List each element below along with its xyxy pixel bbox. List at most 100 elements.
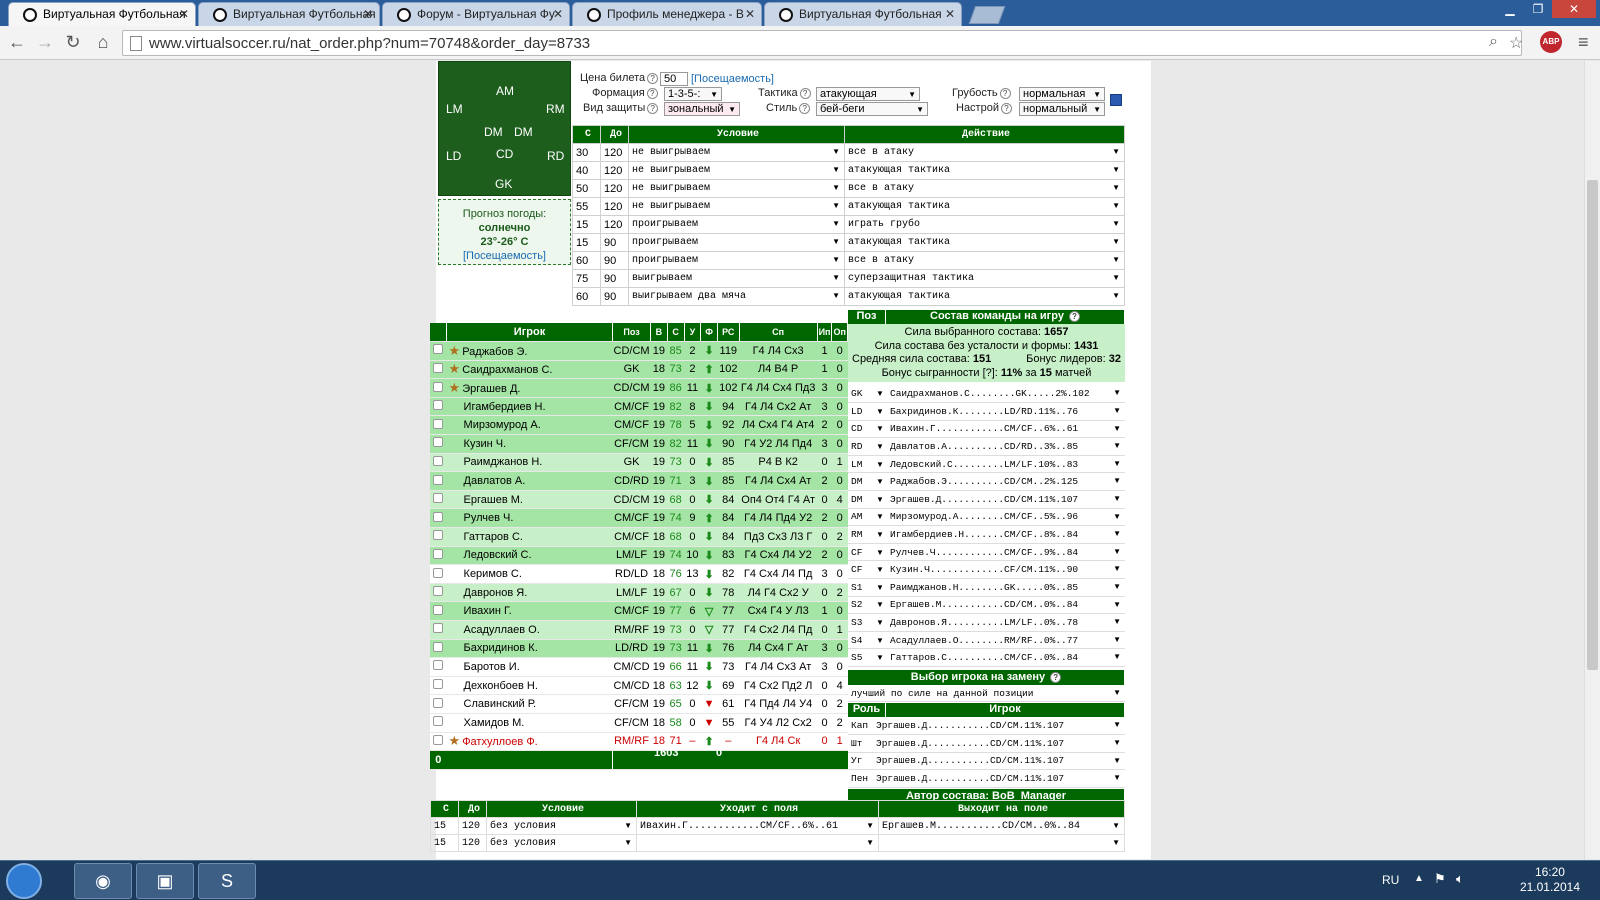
sub-condition[interactable]: без условия ▼ xyxy=(486,834,637,852)
action-select[interactable]: все в атаку ▼ xyxy=(844,251,1125,270)
action-select[interactable]: атакующая тактика ▼ xyxy=(844,287,1125,306)
player-name-link[interactable]: Славинский Р. xyxy=(464,698,537,710)
condition-to[interactable]: 90 xyxy=(600,233,629,252)
action-select[interactable]: играть грубо ▼ xyxy=(844,215,1125,234)
player-checkbox[interactable] xyxy=(433,511,444,522)
skype-taskbar-icon[interactable]: S xyxy=(198,863,256,899)
player-name-link[interactable]: Ергашев М. xyxy=(464,494,523,506)
player-name-link[interactable]: Хамидов М. xyxy=(464,717,525,729)
chrome-taskbar-icon[interactable]: ◉ xyxy=(74,863,132,899)
player-checkbox[interactable] xyxy=(433,679,444,690)
sub-to[interactable]: 120 xyxy=(458,817,487,835)
player-name-link[interactable]: Давронов Я. xyxy=(464,587,528,599)
sub-in-player[interactable]: Ергашев.М...........CD/CM..0%..84 ▼ xyxy=(878,817,1125,835)
flag-icon[interactable]: ⚑ xyxy=(1434,871,1446,887)
condition-to[interactable]: 120 xyxy=(600,215,629,234)
windows-start-icon[interactable] xyxy=(6,863,42,899)
reload-icon[interactable]: ↻ xyxy=(62,32,84,53)
lineup-player-select[interactable]: Мирзомурод.А........CM/CF..5%..96 ▼ xyxy=(890,508,1125,527)
player-checkbox[interactable] xyxy=(433,474,444,485)
dropdown-arrow-icon[interactable]: ▼ xyxy=(876,578,890,597)
condition-select[interactable]: не выигрываем ▼ xyxy=(628,179,845,198)
condition-from[interactable]: 40 xyxy=(572,161,601,180)
condition-from[interactable]: 60 xyxy=(572,287,601,306)
player-name-link[interactable]: Ивахин Г. xyxy=(464,605,512,617)
dropdown-arrow-icon[interactable]: ▼ xyxy=(876,613,890,632)
player-checkbox[interactable] xyxy=(433,381,444,392)
explorer-taskbar-icon[interactable]: ▣ xyxy=(136,863,194,899)
role-player-select[interactable]: Эргашев.Д...........CD/CM.11%.107 ▼ xyxy=(876,734,1125,753)
dropdown-arrow-icon[interactable]: ▼ xyxy=(876,402,890,421)
condition-select[interactable]: выигрываем ▼ xyxy=(628,269,845,288)
player-checkbox[interactable] xyxy=(433,530,444,541)
dropdown-arrow-icon[interactable]: ▼ xyxy=(876,472,890,492)
condition-from[interactable]: 50 xyxy=(572,179,601,198)
player-checkbox[interactable] xyxy=(433,418,444,429)
dropdown-arrow-icon[interactable]: ▼ xyxy=(876,508,890,527)
player-name-link[interactable]: Бахридинов К. xyxy=(464,642,538,654)
lineup-player-select[interactable]: Ледовский.С.........LM/LF.10%..83 ▼ xyxy=(890,455,1125,474)
condition-to[interactable]: 120 xyxy=(600,161,629,180)
dropdown-arrow-icon[interactable]: ▼ xyxy=(876,560,890,580)
condition-from[interactable]: 30 xyxy=(572,143,601,162)
player-name-link[interactable]: Эргашев Д. xyxy=(462,383,520,395)
lineup-player-select[interactable]: Бахридинов.К........LD/RD.11%..76 ▼ xyxy=(890,402,1125,421)
browser-tab-5[interactable]: Виртуальная Футбольная ✕ xyxy=(764,2,962,26)
help-icon[interactable]: ? xyxy=(799,102,811,114)
lineup-player-select[interactable]: Ергашев.М...........CD/CM..0%..84 ▼ xyxy=(890,596,1125,615)
minimize-icon[interactable]: ▁ xyxy=(1496,0,1524,18)
condition-select[interactable]: не выигрываем ▼ xyxy=(628,161,845,180)
action-select[interactable]: атакующая тактика ▼ xyxy=(844,197,1125,216)
ticket-price-input[interactable]: 50 xyxy=(660,72,688,86)
player-name-link[interactable]: Гаттаров С. xyxy=(464,531,523,543)
sub-condition[interactable]: без условия ▼ xyxy=(486,817,637,835)
dropdown-arrow-icon[interactable]: ▼ xyxy=(876,648,890,667)
player-checkbox[interactable] xyxy=(433,604,444,615)
browser-tab-4[interactable]: Профиль менеджера - В ✕ xyxy=(572,2,762,26)
condition-to[interactable]: 120 xyxy=(600,143,629,162)
sub-from[interactable]: 15 xyxy=(430,817,459,835)
condition-to[interactable]: 120 xyxy=(600,197,629,216)
player-name-link[interactable]: Раджабов Э. xyxy=(462,346,527,358)
dropdown-arrow-icon[interactable]: ▼ xyxy=(876,525,890,544)
player-checkbox[interactable] xyxy=(433,437,444,448)
lineup-player-select[interactable]: Раджабов.Э..........CD/CM..2%.125 ▼ xyxy=(890,472,1125,492)
dropdown-arrow-icon[interactable]: ▼ xyxy=(876,455,890,474)
defense-select[interactable]: зональный ▼ xyxy=(664,102,740,116)
close-tab-icon[interactable]: ✕ xyxy=(745,7,755,21)
search-icon[interactable]: ⌕ xyxy=(1489,33,1498,51)
dropdown-arrow-icon[interactable]: ▼ xyxy=(876,490,890,509)
attendance-link[interactable]: [Посещаемость] xyxy=(691,73,774,85)
role-player-select[interactable]: Эргашев.Д...........CD/CM.11%.107 ▼ xyxy=(876,769,1125,788)
lineup-player-select[interactable]: Гаттаров.С..........CM/CF..0%..84 ▼ xyxy=(890,648,1125,667)
help-icon[interactable]: ? xyxy=(1069,310,1080,322)
weather-attendance-link[interactable]: [Посещаемость] xyxy=(439,249,570,263)
player-name-link[interactable]: Керимов С. xyxy=(464,568,522,580)
player-name-link[interactable]: Баротов И. xyxy=(464,661,520,673)
condition-from[interactable]: 60 xyxy=(572,251,601,270)
condition-from[interactable]: 75 xyxy=(572,269,601,288)
condition-select[interactable]: не выигрываем ▼ xyxy=(628,143,845,162)
window-close-icon[interactable]: ✕ xyxy=(1552,0,1596,18)
action-select[interactable]: атакующая тактика ▼ xyxy=(844,233,1125,252)
close-tab-icon[interactable]: ✕ xyxy=(179,7,189,21)
player-checkbox[interactable] xyxy=(433,716,444,727)
player-checkbox[interactable] xyxy=(433,400,444,411)
player-checkbox[interactable] xyxy=(433,344,444,355)
help-icon[interactable]: ? xyxy=(1050,671,1062,683)
player-name-link[interactable]: Фатхуллоев Ф. xyxy=(462,736,538,748)
lineup-player-select[interactable]: Игамбердиев.Н.......CM/CF..8%..84 ▼ xyxy=(890,525,1125,544)
clock[interactable]: 16:20 21.01.2014 xyxy=(1520,865,1580,895)
close-tab-icon[interactable]: ✕ xyxy=(363,7,373,21)
back-arrow-icon[interactable]: ← xyxy=(6,32,28,53)
lineup-player-select[interactable]: Саидрахманов.С........GK.....2%.102 ▼ xyxy=(890,385,1125,404)
new-tab-button[interactable] xyxy=(968,6,1006,24)
player-checkbox[interactable] xyxy=(433,734,444,745)
role-player-select[interactable]: Эргашев.Д...........CD/CM.11%.107 ▼ xyxy=(876,752,1125,771)
player-checkbox[interactable] xyxy=(433,641,444,652)
dropdown-arrow-icon[interactable]: ▼ xyxy=(876,437,890,456)
player-name-link[interactable]: Дехконбоев Н. xyxy=(464,680,538,692)
dropdown-arrow-icon[interactable]: ▼ xyxy=(876,543,890,562)
player-name-link[interactable]: Игамбердиев Н. xyxy=(464,401,546,413)
home-icon[interactable]: ⌂ xyxy=(92,32,114,53)
